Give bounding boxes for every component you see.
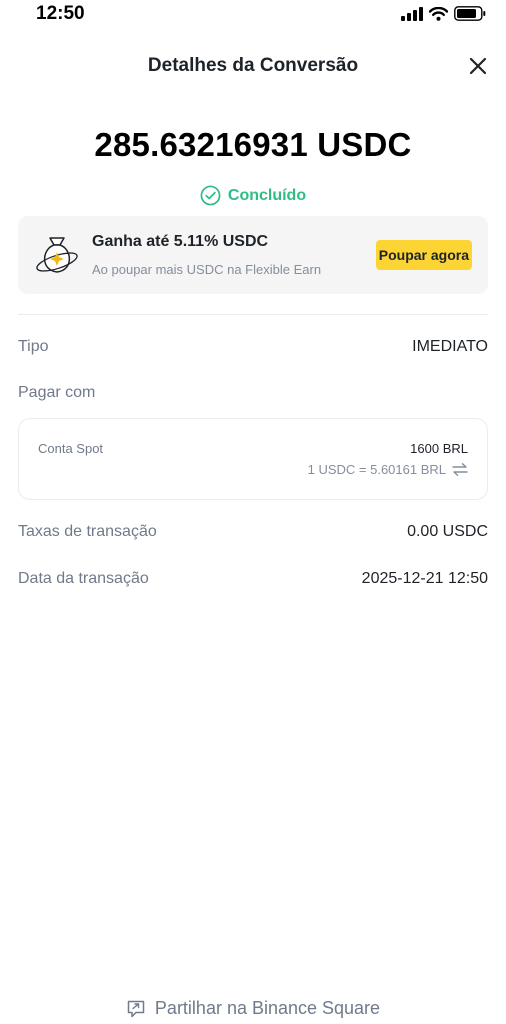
status-badge: Concluído bbox=[0, 185, 506, 206]
fee-value: 0.00 USDC bbox=[407, 523, 488, 540]
converted-amount: 285.63216931 USDC bbox=[94, 126, 412, 163]
type-row: Tipo IMEDIATO bbox=[18, 338, 488, 362]
wifi-icon bbox=[429, 6, 448, 21]
date-label: Data da transação bbox=[18, 570, 149, 587]
promo-subtitle: Ao poupar mais USDC na Flexible Earn bbox=[92, 262, 322, 277]
account-label: Conta Spot bbox=[38, 441, 104, 456]
promo-title: Ganha até 5.11% USDC bbox=[92, 233, 269, 250]
money-bag-icon bbox=[36, 237, 78, 273]
exchange-rate: 1 USDC = 5.60161 BRL bbox=[308, 462, 468, 477]
date-value: 2025-12-21 12:50 bbox=[361, 570, 488, 587]
battery-icon bbox=[454, 6, 486, 21]
share-label: Partilhar na Binance Square bbox=[154, 998, 381, 1018]
paid-amount: 1600 BRL bbox=[410, 441, 468, 456]
page-header: Detalhes da Conversão bbox=[0, 48, 506, 84]
close-icon bbox=[469, 57, 487, 75]
status-icons bbox=[401, 6, 486, 21]
signal-icon bbox=[401, 6, 423, 21]
check-circle-icon bbox=[200, 185, 221, 206]
divider bbox=[18, 314, 488, 315]
swap-icon[interactable] bbox=[452, 463, 468, 476]
exchange-rate-text: 1 USDC = 5.60161 BRL bbox=[307, 462, 446, 477]
type-value: IMEDIATO bbox=[412, 338, 488, 355]
close-button[interactable] bbox=[466, 54, 490, 78]
share-binance-square-button[interactable]: Partilhar na Binance Square bbox=[0, 998, 506, 1019]
status-time: 12:50 bbox=[36, 3, 85, 24]
status-bar: 12:50 bbox=[0, 0, 506, 30]
share-icon bbox=[127, 1000, 145, 1017]
page-title: Detalhes da Conversão bbox=[147, 55, 359, 76]
status-text: Concluído bbox=[227, 186, 307, 204]
pay-with-label: Pagar com bbox=[18, 384, 96, 401]
pay-with-card: Conta Spot 1600 BRL 1 USDC = 5.60161 BRL bbox=[18, 418, 488, 500]
date-row: Data da transação 2025-12-21 12:50 bbox=[18, 570, 488, 594]
fee-row: Taxas de transação 0.00 USDC bbox=[18, 523, 488, 547]
type-label: Tipo bbox=[18, 338, 49, 355]
save-now-button[interactable]: Poupar agora bbox=[375, 240, 472, 270]
fee-label: Taxas de transação bbox=[18, 523, 157, 540]
earn-promo-banner[interactable]: Ganha até 5.11% USDC Ao poupar mais USDC… bbox=[18, 216, 488, 294]
pay-with-row: Pagar com bbox=[18, 384, 488, 408]
